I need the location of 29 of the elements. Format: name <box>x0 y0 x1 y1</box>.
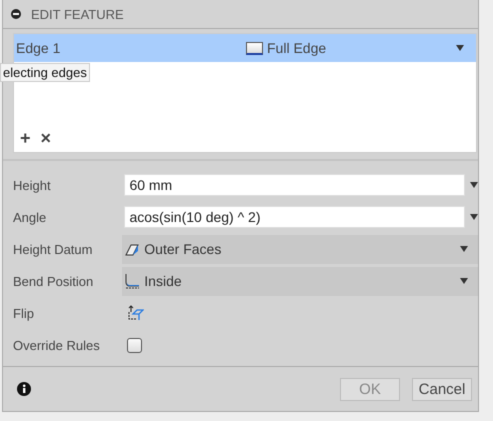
caret-icon <box>460 278 468 284</box>
dropdown-arrow-icon[interactable] <box>470 182 478 188</box>
edge-option: Full Edge <box>267 40 326 56</box>
cancel-button[interactable]: Cancel <box>412 378 472 400</box>
bend-icon <box>124 273 140 289</box>
selection-row[interactable]: Edge 1 Full Edge <box>14 34 476 62</box>
panel-title: EDIT FEATURE <box>31 6 124 22</box>
caret-icon <box>460 246 468 252</box>
edge-name: Edge 1 <box>16 40 62 56</box>
value-field[interactable]: 60 mm <box>124 174 465 196</box>
remove-button[interactable]: × <box>40 130 52 146</box>
value-field[interactable]: acos(sin(10 deg) ^ 2) <box>124 206 465 228</box>
field-label: Flip <box>12 306 35 320</box>
field-label: Override Rules <box>12 338 101 352</box>
add-button[interactable]: + <box>20 130 31 146</box>
flip-icon[interactable] <box>126 304 144 322</box>
field-label: Angle <box>12 210 48 224</box>
dropdown[interactable]: Outer Faces <box>122 234 478 264</box>
collapse-icon[interactable] <box>11 9 21 19</box>
field-label: Height <box>12 178 52 192</box>
caret-icon[interactable] <box>456 45 464 51</box>
dropdown[interactable]: Inside <box>122 266 478 296</box>
checkbox[interactable] <box>127 338 142 352</box>
tooltip: electing edges <box>0 63 90 82</box>
field-label: Height Datum <box>12 242 94 256</box>
dropdown-arrow-icon[interactable] <box>470 214 478 220</box>
info-icon[interactable] <box>17 382 31 396</box>
edge-icon <box>246 42 263 54</box>
field-label: Bend Position <box>12 274 94 288</box>
